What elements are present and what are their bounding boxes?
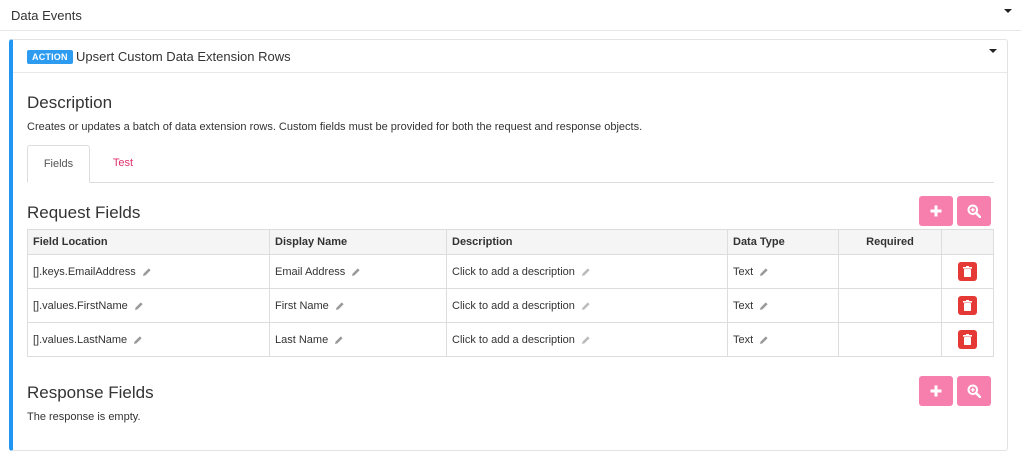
table-header-row: Field Location Display Name Description …	[27, 229, 994, 255]
table-row: [].values.FirstName First Name Click to …	[27, 288, 994, 323]
request-fields-heading: Request Fields	[27, 203, 141, 222]
description-heading: Description	[27, 93, 113, 112]
actions-cell	[941, 322, 994, 357]
required-cell[interactable]	[838, 322, 942, 357]
delete-row-button[interactable]	[958, 262, 977, 281]
trash-icon	[963, 300, 972, 311]
data-type-cell[interactable]: Text	[727, 254, 839, 289]
data-type-cell[interactable]: Text	[727, 288, 839, 323]
required-cell[interactable]	[838, 254, 942, 289]
column-header-required: Required	[838, 229, 942, 255]
column-header-field-location: Field Location	[27, 229, 270, 255]
trash-icon	[963, 334, 972, 345]
display-name-cell[interactable]: First Name	[269, 288, 447, 323]
field-location-cell[interactable]: [].keys.EmailAddress	[27, 254, 270, 289]
search-response-fields-button[interactable]	[957, 376, 991, 406]
plus-icon	[930, 385, 942, 397]
pencil-icon[interactable]	[581, 335, 591, 345]
action-badge: ACTION	[27, 50, 73, 64]
required-cell[interactable]	[838, 288, 942, 323]
action-panel-header[interactable]: ACTION Upsert Custom Data Extension Rows	[13, 40, 1007, 73]
pencil-icon[interactable]	[133, 335, 143, 345]
column-header-description: Description	[446, 229, 728, 255]
response-fields-heading: Response Fields	[27, 383, 154, 402]
delete-row-button[interactable]	[958, 296, 977, 315]
pencil-icon[interactable]	[581, 267, 591, 277]
plus-icon	[930, 205, 942, 217]
zoom-in-icon	[967, 384, 981, 398]
response-empty-text: The response is empty.	[27, 411, 141, 423]
tab-test[interactable]: Test	[105, 145, 141, 183]
data-events-header[interactable]: Data Events	[0, 0, 1021, 31]
add-request-field-button[interactable]	[919, 196, 953, 226]
delete-row-button[interactable]	[958, 330, 977, 349]
pencil-icon[interactable]	[759, 267, 769, 277]
pencil-icon[interactable]	[759, 335, 769, 345]
caret-down-icon[interactable]	[989, 49, 997, 53]
pencil-icon[interactable]	[142, 267, 152, 277]
pencil-icon[interactable]	[351, 267, 361, 277]
table-row: [].keys.EmailAddress Email Address Click…	[27, 254, 994, 289]
display-name-cell[interactable]: Email Address	[269, 254, 447, 289]
pencil-icon[interactable]	[334, 335, 344, 345]
caret-down-icon[interactable]	[1004, 9, 1012, 13]
data-events-title: Data Events	[11, 8, 82, 23]
pencil-icon[interactable]	[335, 301, 345, 311]
add-response-field-button[interactable]	[919, 376, 953, 406]
description-cell[interactable]: Click to add a description	[446, 254, 728, 289]
zoom-in-icon	[967, 204, 981, 218]
tab-bar: Fields Test	[27, 145, 994, 183]
column-header-actions	[941, 229, 994, 255]
pencil-icon[interactable]	[759, 301, 769, 311]
description-text: Creates or updates a batch of data exten…	[27, 121, 643, 133]
request-fields-table: Field Location Display Name Description …	[27, 229, 994, 357]
data-type-cell[interactable]: Text	[727, 322, 839, 357]
trash-icon	[963, 266, 972, 277]
field-location-cell[interactable]: [].values.FirstName	[27, 288, 270, 323]
action-panel: ACTION Upsert Custom Data Extension Rows…	[9, 39, 1008, 451]
actions-cell	[941, 254, 994, 289]
pencil-icon[interactable]	[581, 301, 591, 311]
actions-cell	[941, 288, 994, 323]
description-cell[interactable]: Click to add a description	[446, 288, 728, 323]
pencil-icon[interactable]	[134, 301, 144, 311]
column-header-data-type: Data Type	[727, 229, 839, 255]
action-title: Upsert Custom Data Extension Rows	[76, 49, 291, 64]
table-row: [].values.LastName Last Name Click to ad…	[27, 322, 994, 357]
display-name-cell[interactable]: Last Name	[269, 322, 447, 357]
description-cell[interactable]: Click to add a description	[446, 322, 728, 357]
field-location-cell[interactable]: [].values.LastName	[27, 322, 270, 357]
tab-fields[interactable]: Fields	[27, 145, 90, 183]
search-request-fields-button[interactable]	[957, 196, 991, 226]
column-header-display-name: Display Name	[269, 229, 447, 255]
